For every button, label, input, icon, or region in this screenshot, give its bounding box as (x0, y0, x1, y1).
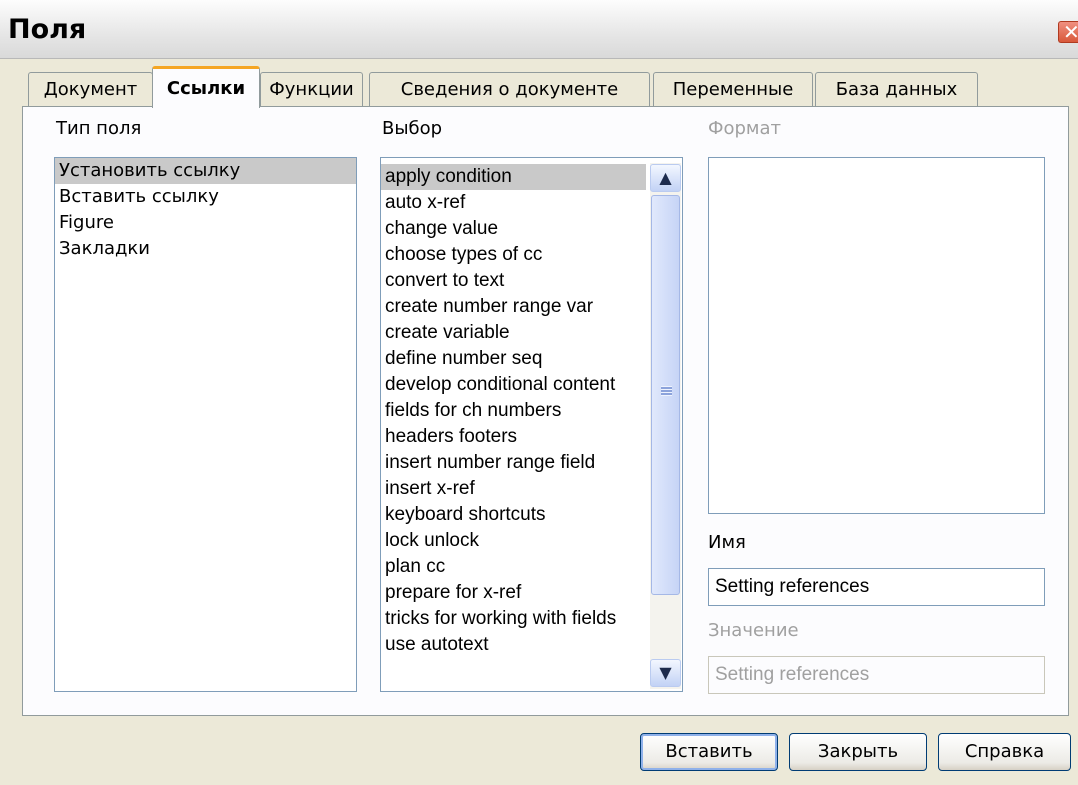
format-list[interactable] (708, 157, 1045, 514)
list-item[interactable]: headers footers (381, 424, 682, 450)
list-item[interactable]: create number range var (381, 294, 682, 320)
scroll-thumb[interactable] (651, 195, 680, 595)
list-item[interactable]: choose types of cc (381, 242, 682, 268)
list-item[interactable]: lock unlock (381, 528, 682, 554)
title-bar: Поля ✕ (0, 0, 1078, 59)
value-label: Значение (708, 620, 799, 641)
close-window-button[interactable]: ✕ (1058, 20, 1078, 44)
list-item[interactable]: tricks for working with fields (381, 606, 682, 632)
insert-button[interactable]: Вставить (640, 733, 778, 771)
close-button[interactable]: Закрыть (789, 733, 927, 771)
scroll-down-button[interactable]: ▼ (650, 659, 681, 687)
list-item[interactable]: Установить ссылку (55, 158, 356, 184)
list-item[interactable]: Figure (55, 210, 356, 236)
field-type-label: Тип поля (56, 118, 142, 139)
list-item[interactable]: insert number range field (381, 450, 682, 476)
choice-list[interactable]: apply condition auto x-ref change value … (380, 157, 683, 692)
tab-document[interactable]: Документ (28, 72, 153, 106)
tab-document-info[interactable]: Сведения о документе (369, 72, 650, 106)
list-item[interactable]: Закладки (55, 236, 356, 262)
value-field[interactable]: Setting references (708, 656, 1045, 694)
list-item[interactable]: fields for ch numbers (381, 398, 682, 424)
list-item[interactable]: change value (381, 216, 682, 242)
name-field[interactable]: Setting references (708, 568, 1045, 606)
choice-list-scrollbar[interactable]: ▲ ▼ (650, 163, 681, 689)
name-label: Имя (708, 532, 746, 553)
tab-database[interactable]: База данных (815, 72, 978, 106)
choice-label: Выбор (382, 118, 443, 139)
tab-references[interactable]: Ссылки (152, 66, 260, 108)
list-item[interactable]: plan cc (381, 554, 682, 580)
tab-functions[interactable]: Функции (260, 72, 363, 106)
scroll-up-button[interactable]: ▲ (650, 164, 681, 192)
list-item[interactable]: Вставить ссылку (55, 184, 356, 210)
list-item[interactable]: insert x-ref (381, 476, 682, 502)
list-item[interactable]: create variable (381, 320, 682, 346)
list-item[interactable]: apply condition (381, 164, 646, 190)
list-item[interactable]: convert to text (381, 268, 682, 294)
chevron-down-icon: ▼ (659, 663, 672, 682)
list-item[interactable]: define number seq (381, 346, 682, 372)
field-type-list[interactable]: Установить ссылку Вставить ссылку Figure… (54, 157, 357, 692)
list-item[interactable]: keyboard shortcuts (381, 502, 682, 528)
chevron-up-icon: ▲ (659, 168, 672, 187)
list-item[interactable]: prepare for x-ref (381, 580, 682, 606)
list-item[interactable]: auto x-ref (381, 190, 682, 216)
grip-icon (661, 386, 672, 396)
list-item[interactable]: develop conditional content (381, 372, 682, 398)
format-label: Формат (708, 118, 782, 139)
window-title: Поля (8, 14, 87, 45)
list-item[interactable]: use autotext (381, 632, 682, 658)
close-icon: ✕ (1063, 20, 1078, 44)
tab-variables[interactable]: Переменные (653, 72, 813, 106)
help-button[interactable]: Справка (938, 733, 1071, 771)
